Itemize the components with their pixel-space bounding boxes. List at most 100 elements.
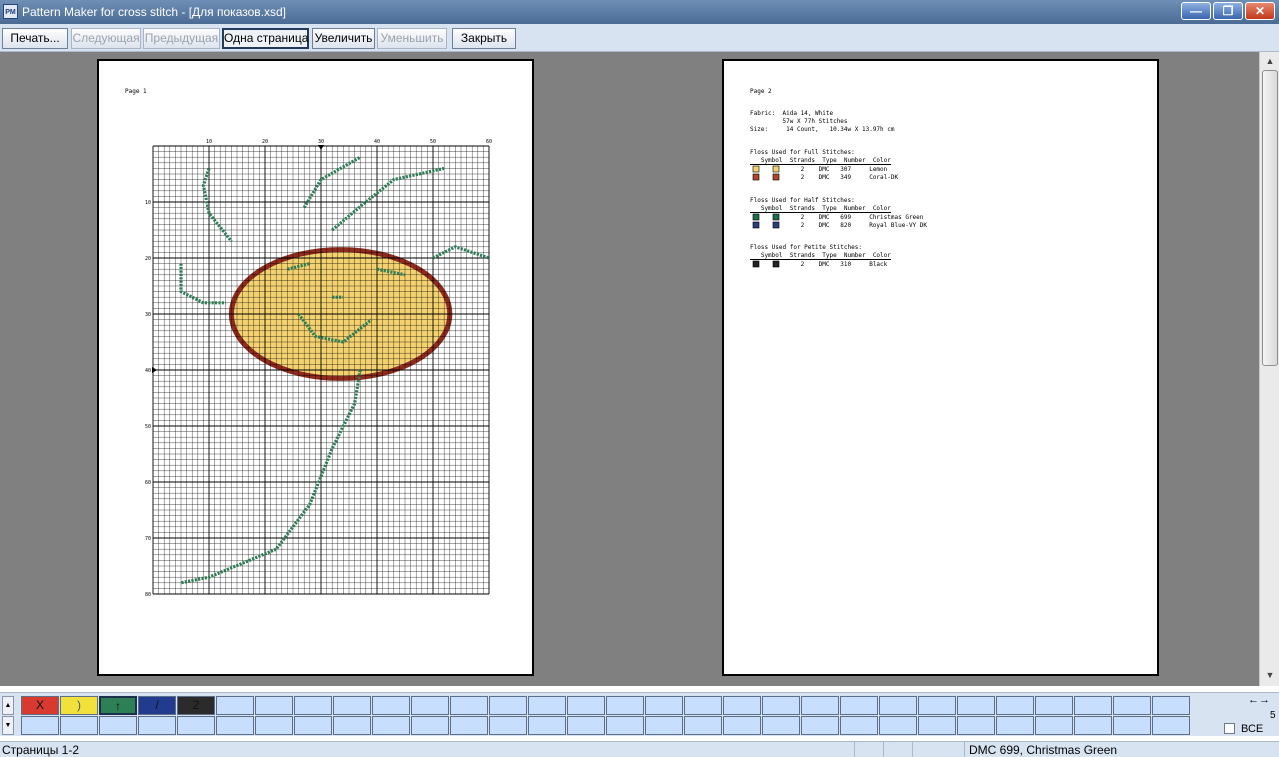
palette-swatch[interactable]: / <box>138 696 176 715</box>
floss-swatch <box>752 165 760 173</box>
palette-empty-cell[interactable] <box>60 716 98 735</box>
floss-swatch <box>752 213 760 221</box>
app-icon[interactable]: PM <box>3 4 18 19</box>
palette-swatch[interactable]: 2 <box>177 696 215 715</box>
floss-palette: ▲ ▼ X) ↑ / 2 ←→ 5 ВСЕ <box>0 692 1279 736</box>
palette-empty-cell[interactable] <box>489 716 527 735</box>
one-page-button[interactable]: Одна страница <box>222 28 309 49</box>
palette-empty-cell[interactable] <box>138 716 176 735</box>
row-label: 60 <box>145 480 151 486</box>
palette-empty-cell[interactable] <box>996 696 1034 715</box>
palette-empty-cell[interactable] <box>801 716 839 735</box>
floss-swatch <box>772 165 780 173</box>
palette-empty-cell[interactable] <box>411 696 449 715</box>
vertical-scrollbar[interactable]: ▲ ▼ <box>1259 52 1279 686</box>
maximize-button[interactable]: ❐ <box>1213 2 1243 20</box>
row-label: 30 <box>145 312 151 318</box>
preview-area[interactable]: Page 1 10 20 30 40 50 60 10 20 30 40 50 60 70 80 Pag… <box>0 52 1259 686</box>
palette-empty-cell[interactable] <box>918 696 956 715</box>
palette-empty-cell[interactable] <box>294 696 332 715</box>
palette-empty-cell[interactable] <box>801 696 839 715</box>
palette-empty-cell[interactable] <box>450 696 488 715</box>
palette-empty-cell[interactable] <box>762 716 800 735</box>
close-window-button[interactable]: ✕ <box>1245 2 1275 20</box>
palette-empty-cell[interactable] <box>411 716 449 735</box>
palette-empty-cell[interactable] <box>840 696 878 715</box>
floss-swatch <box>752 260 760 268</box>
palette-empty-cell[interactable] <box>996 716 1034 735</box>
palette-empty-cell[interactable] <box>528 716 566 735</box>
palette-empty-cell[interactable] <box>21 716 59 735</box>
floss-swatch <box>752 221 760 229</box>
minimize-icon: — <box>1190 4 1202 18</box>
palette-empty-cell[interactable] <box>879 716 917 735</box>
palette-empty-cell[interactable] <box>606 716 644 735</box>
palette-empty-cell[interactable] <box>1074 696 1112 715</box>
floss-swatch <box>772 173 780 181</box>
scroll-thumb[interactable] <box>1262 70 1278 366</box>
palette-empty-cell[interactable] <box>489 696 527 715</box>
palette-swap-arrows-icon[interactable]: ←→ <box>1248 694 1270 706</box>
palette-empty-cell[interactable] <box>333 696 371 715</box>
zoom-out-button[interactable]: Уменьшить <box>377 28 447 49</box>
palette-empty-cell[interactable] <box>1152 716 1190 735</box>
palette-empty-cell[interactable] <box>99 716 137 735</box>
palette-scroll-up-icon[interactable]: ▲ <box>2 696 14 715</box>
stitch-path <box>201 167 233 243</box>
palette-empty-cell[interactable] <box>1152 696 1190 715</box>
palette-empty-cell[interactable] <box>372 696 410 715</box>
palette-empty-cell[interactable] <box>762 696 800 715</box>
palette-empty-cell[interactable] <box>255 696 293 715</box>
scroll-down-icon[interactable]: ▼ <box>1262 668 1278 682</box>
palette-empty-cell[interactable] <box>645 696 683 715</box>
column-label: 40 <box>374 139 380 145</box>
palette-empty-cell[interactable] <box>333 716 371 735</box>
palette-swatch[interactable]: ) <box>60 696 98 715</box>
palette-empty-cell[interactable] <box>372 716 410 735</box>
previous-page-button[interactable]: Предыдущая <box>143 28 220 49</box>
close-preview-button[interactable]: Закрыть <box>452 28 516 49</box>
palette-empty-cell[interactable] <box>684 696 722 715</box>
row-label: 70 <box>145 536 151 542</box>
palette-empty-cell[interactable] <box>957 696 995 715</box>
palette-empty-cell[interactable] <box>255 716 293 735</box>
close-icon: ✕ <box>1254 4 1266 18</box>
palette-scroll-down-icon[interactable]: ▼ <box>2 716 14 735</box>
palette-empty-cell[interactable] <box>957 716 995 735</box>
palette-empty-cell[interactable] <box>840 716 878 735</box>
palette-empty-cell[interactable] <box>1035 716 1073 735</box>
palette-empty-cell[interactable] <box>684 716 722 735</box>
palette-empty-cell[interactable] <box>723 696 761 715</box>
palette-empty-cell[interactable] <box>1074 716 1112 735</box>
palette-empty-cell[interactable] <box>918 716 956 735</box>
paren-icon: ) <box>77 698 81 712</box>
palette-count: 5 <box>1270 710 1276 721</box>
palette-empty-cell[interactable] <box>528 696 566 715</box>
status-panel <box>883 742 884 757</box>
palette-empty-cell[interactable] <box>723 716 761 735</box>
palette-empty-cell[interactable] <box>216 716 254 735</box>
palette-empty-cell[interactable] <box>216 696 254 715</box>
palette-empty-cell[interactable] <box>294 716 332 735</box>
status-bar: Страницы 1-2 DMC 699, Christmas Green <box>0 741 1279 757</box>
print-button[interactable]: Печать... <box>2 28 68 49</box>
palette-empty-cell[interactable] <box>177 716 215 735</box>
palette-empty-cell[interactable] <box>567 716 605 735</box>
show-all-checkbox[interactable] <box>1224 723 1235 734</box>
palette-empty-cell[interactable] <box>1113 696 1151 715</box>
next-page-button[interactable]: Следующая <box>71 28 141 49</box>
zoom-in-button[interactable]: Увеличить <box>312 28 375 49</box>
palette-swatch[interactable]: ↑ <box>99 696 137 715</box>
palette-swatch[interactable]: X <box>21 696 59 715</box>
palette-empty-cell[interactable] <box>450 716 488 735</box>
palette-empty-cell[interactable] <box>645 716 683 735</box>
palette-empty-cell[interactable] <box>1035 696 1073 715</box>
title-bar: PM Pattern Maker for cross stitch - [Для… <box>0 0 1279 24</box>
palette-empty-cell[interactable] <box>567 696 605 715</box>
window-title: Pattern Maker for cross stitch - [Для по… <box>22 5 286 19</box>
palette-empty-cell[interactable] <box>1113 716 1151 735</box>
scroll-up-icon[interactable]: ▲ <box>1262 54 1278 68</box>
minimize-button[interactable]: — <box>1181 2 1211 20</box>
palette-empty-cell[interactable] <box>606 696 644 715</box>
palette-empty-cell[interactable] <box>879 696 917 715</box>
